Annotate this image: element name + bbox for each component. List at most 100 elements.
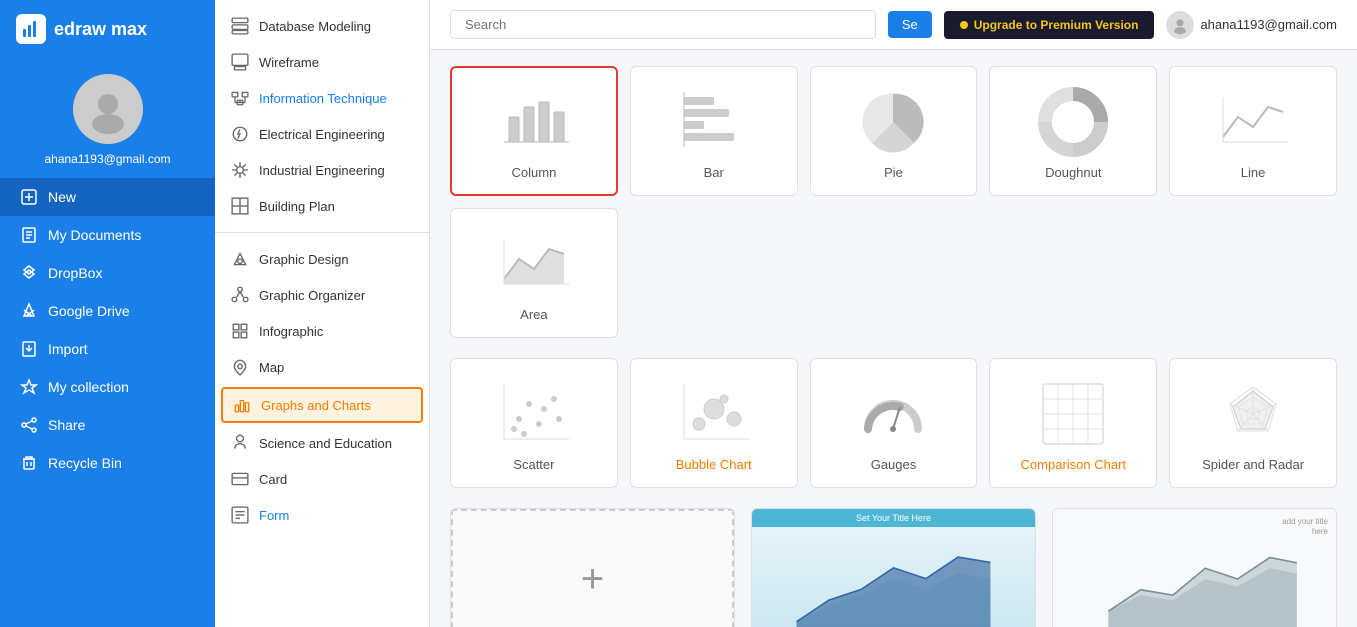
middle-nav-label: Map bbox=[259, 360, 284, 375]
middle-nav-label: Graphic Organizer bbox=[259, 288, 365, 303]
dropbox-icon bbox=[20, 264, 38, 282]
middle-nav-item-electrical-engineering[interactable]: Electrical Engineering bbox=[215, 116, 429, 152]
scatter-chart-icon bbox=[499, 379, 569, 449]
import-icon bbox=[20, 340, 38, 358]
sidebar-item-dropbox-label: DropBox bbox=[48, 265, 102, 281]
spider-label: Spider and Radar bbox=[1202, 457, 1304, 472]
logo[interactable]: edraw max bbox=[0, 0, 215, 58]
middle-nav-item-infographic[interactable]: Infographic bbox=[215, 313, 429, 349]
area-fade-preview: add your titlehere bbox=[1053, 509, 1336, 627]
middle-nav-label: Building Plan bbox=[259, 199, 335, 214]
middle-nav-label: Form bbox=[259, 508, 289, 523]
sidebar-item-dropbox[interactable]: DropBox bbox=[0, 254, 215, 292]
middle-nav-label: Industrial Engineering bbox=[259, 163, 385, 178]
template-area-energy[interactable]: Set Your Title Here Area Chart - Energy … bbox=[751, 508, 1036, 627]
spider-chart-icon bbox=[1218, 379, 1288, 449]
sidebar-item-my-collection-label: My collection bbox=[48, 379, 129, 395]
middle-nav-item-building-plan[interactable]: Building Plan bbox=[215, 188, 429, 224]
sidebar-item-my-documents[interactable]: My Documents bbox=[0, 216, 215, 254]
middle-nav-item-graphic-design[interactable]: Graphic Design bbox=[215, 241, 429, 277]
middle-nav: Database Modeling Wireframe Information … bbox=[215, 0, 430, 627]
gauges-label: Gauges bbox=[871, 457, 917, 472]
bar-label: Bar bbox=[704, 165, 724, 180]
middle-nav-label: Electrical Engineering bbox=[259, 127, 385, 142]
new-template-preview: + bbox=[451, 509, 734, 627]
bubble-chart-icon bbox=[679, 379, 749, 449]
middle-nav-item-database-modeling[interactable]: Database Modeling bbox=[215, 8, 429, 44]
logo-text: edraw max bbox=[54, 19, 147, 40]
chart-type-line[interactable]: Line bbox=[1169, 66, 1337, 196]
upgrade-label: Upgrade to Premium Version bbox=[974, 18, 1139, 32]
sidebar: edraw max ahana1193@gmail.com New bbox=[0, 0, 215, 627]
sidebar-item-google-drive-label: Google Drive bbox=[48, 303, 130, 319]
middle-nav-label: Card bbox=[259, 472, 287, 487]
nav-divider bbox=[215, 232, 429, 233]
sidebar-item-new[interactable]: New bbox=[0, 178, 215, 216]
middle-nav-item-industrial-engineering[interactable]: Industrial Engineering bbox=[215, 152, 429, 188]
doughnut-chart-icon bbox=[1038, 87, 1108, 157]
sidebar-item-import-label: Import bbox=[48, 341, 88, 357]
middle-nav-label: Wireframe bbox=[259, 55, 319, 70]
middle-nav-item-map[interactable]: Map bbox=[215, 349, 429, 385]
sidebar-item-google-drive[interactable]: Google Drive bbox=[0, 292, 215, 330]
logo-icon bbox=[16, 14, 46, 44]
sidebar-nav: New My Documents DropBox bbox=[0, 178, 215, 627]
upgrade-button[interactable]: Upgrade to Premium Version bbox=[944, 11, 1155, 39]
comparison-chart-icon bbox=[1038, 379, 1108, 449]
middle-nav-item-science-and-education[interactable]: Science and Education bbox=[215, 425, 429, 461]
chart-type-area[interactable]: Area bbox=[450, 208, 618, 338]
search-input[interactable] bbox=[450, 10, 876, 39]
middle-nav-item-card[interactable]: Card bbox=[215, 461, 429, 497]
recycle-bin-icon bbox=[20, 454, 38, 472]
sidebar-item-my-collection[interactable]: My collection bbox=[0, 368, 215, 406]
chart-type-pie[interactable]: Pie bbox=[810, 66, 978, 196]
chart-type-comparison[interactable]: Comparison Chart bbox=[989, 358, 1157, 488]
middle-nav-label: Information Technique bbox=[259, 91, 387, 106]
chart-type-doughnut[interactable]: Doughnut bbox=[989, 66, 1157, 196]
sidebar-item-new-label: New bbox=[48, 189, 76, 205]
avatar bbox=[73, 74, 143, 144]
area-chart-icon bbox=[499, 229, 569, 299]
chart-type-bar[interactable]: Bar bbox=[630, 66, 798, 196]
middle-nav-label: Science and Education bbox=[259, 436, 392, 451]
avatar-email: ahana1193@gmail.com bbox=[44, 152, 170, 166]
sidebar-item-import[interactable]: Import bbox=[0, 330, 215, 368]
template-area-fade[interactable]: add your titlehere Area Chart - Fade Fre… bbox=[1052, 508, 1337, 627]
template-grid: + Set Your Title Here Area Chart - Energ… bbox=[450, 508, 1337, 627]
chart-type-spider[interactable]: Spider and Radar bbox=[1169, 358, 1337, 488]
line-chart-icon bbox=[1218, 87, 1288, 157]
middle-nav-label: Graphs and Charts bbox=[261, 398, 371, 413]
search-button[interactable]: Se bbox=[888, 11, 932, 38]
documents-icon bbox=[20, 226, 38, 244]
user-avatar-small bbox=[1166, 11, 1194, 39]
middle-nav-item-information-technique[interactable]: Information Technique bbox=[215, 80, 429, 116]
topbar: Se Upgrade to Premium Version ahana1193@… bbox=[430, 0, 1357, 50]
sidebar-item-share-label: Share bbox=[48, 417, 85, 433]
chart-area: Column Bar bbox=[430, 50, 1357, 627]
upgrade-dot bbox=[960, 21, 968, 29]
sidebar-item-recycle-bin-label: Recycle Bin bbox=[48, 455, 122, 471]
new-template-card[interactable]: + bbox=[450, 508, 735, 627]
middle-nav-item-wireframe[interactable]: Wireframe bbox=[215, 44, 429, 80]
chart-type-scatter[interactable]: Scatter bbox=[450, 358, 618, 488]
sidebar-item-share[interactable]: Share bbox=[0, 406, 215, 444]
plus-icon: + bbox=[581, 557, 604, 602]
sidebar-item-my-documents-label: My Documents bbox=[48, 227, 141, 243]
middle-nav-label: Graphic Design bbox=[259, 252, 349, 267]
area-energy-preview: Set Your Title Here bbox=[752, 509, 1035, 627]
sidebar-item-recycle-bin[interactable]: Recycle Bin bbox=[0, 444, 215, 482]
chart-type-gauges[interactable]: Gauges bbox=[810, 358, 978, 488]
avatar-section: ahana1193@gmail.com bbox=[0, 58, 215, 178]
doughnut-label: Doughnut bbox=[1045, 165, 1101, 180]
chart-type-bubble[interactable]: Bubble Chart bbox=[630, 358, 798, 488]
google-drive-icon bbox=[20, 302, 38, 320]
chart-type-column[interactable]: Column bbox=[450, 66, 618, 196]
area-label: Area bbox=[520, 307, 547, 322]
scatter-label: Scatter bbox=[513, 457, 554, 472]
middle-nav-item-graphs-and-charts[interactable]: Graphs and Charts bbox=[221, 387, 423, 423]
middle-nav-item-graphic-organizer[interactable]: Graphic Organizer bbox=[215, 277, 429, 313]
main-content: Se Upgrade to Premium Version ahana1193@… bbox=[430, 0, 1357, 627]
middle-nav-item-form[interactable]: Form bbox=[215, 497, 429, 533]
collection-icon bbox=[20, 378, 38, 396]
column-chart-icon bbox=[499, 87, 569, 157]
